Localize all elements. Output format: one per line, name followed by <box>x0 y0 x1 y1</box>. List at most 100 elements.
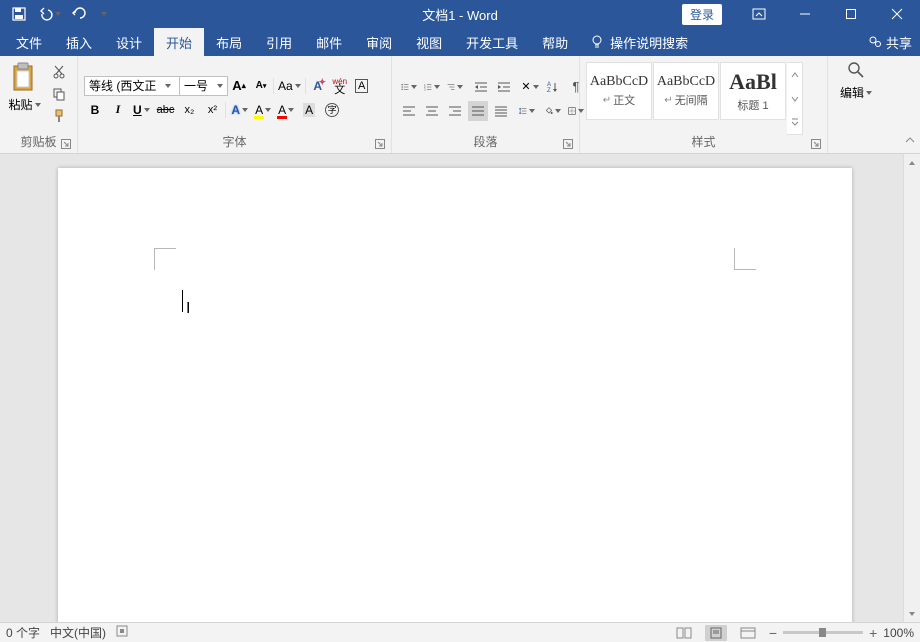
font-size-combo[interactable]: 一号 <box>180 76 228 96</box>
separator <box>225 102 226 118</box>
format-painter-button[interactable] <box>48 106 70 126</box>
phonetic-guide-button[interactable]: wén文 <box>330 76 350 96</box>
highlight-button[interactable]: A <box>253 100 273 120</box>
tab-developer[interactable]: 开发工具 <box>454 28 530 56</box>
macro-status[interactable] <box>116 625 128 640</box>
tab-insert[interactable]: 插入 <box>54 28 104 56</box>
lightbulb-icon <box>590 35 604 49</box>
bullets-button[interactable] <box>399 77 419 97</box>
qat-customize-button[interactable] <box>96 1 110 27</box>
maximize-button[interactable] <box>828 0 874 28</box>
font-color-button[interactable]: A <box>276 100 296 120</box>
view-web-layout[interactable] <box>737 625 759 641</box>
close-button[interactable] <box>874 0 920 28</box>
copy-button[interactable] <box>48 84 70 104</box>
enclose-characters-button[interactable]: 字 <box>322 100 342 120</box>
styles-launcher[interactable] <box>811 139 822 150</box>
word-count[interactable]: 0 个字 <box>6 624 40 641</box>
font-name-combo[interactable]: 等线 (西文正 <box>84 76 180 96</box>
view-print-layout[interactable] <box>705 625 727 641</box>
tab-help[interactable]: 帮助 <box>530 28 580 56</box>
styles-scroll-down[interactable] <box>787 87 802 111</box>
clear-formatting-button[interactable]: A✦ <box>308 76 328 96</box>
shrink-font-button[interactable]: A▾ <box>251 76 271 96</box>
ribbon-display-options-button[interactable] <box>736 0 782 28</box>
sign-in-button[interactable]: 登录 <box>682 4 722 25</box>
zoom-out-button[interactable]: − <box>769 625 777 641</box>
document-area: I <box>0 154 920 622</box>
language-status[interactable]: 中文(中国) <box>50 624 106 641</box>
align-justify-button[interactable] <box>468 101 488 121</box>
grow-font-button[interactable]: A▴ <box>229 76 249 96</box>
subscript-button[interactable]: x₂ <box>179 100 199 120</box>
tab-home[interactable]: 开始 <box>154 28 204 56</box>
shading-button[interactable] <box>543 101 563 121</box>
web-layout-icon <box>740 627 756 639</box>
style-normal[interactable]: AaBbCcD ↵正文 <box>586 62 652 120</box>
decrease-indent-button[interactable] <box>471 77 491 97</box>
tell-me-search[interactable]: 操作说明搜索 <box>580 28 698 56</box>
svg-text:3: 3 <box>424 87 426 91</box>
sort-button[interactable]: AZ <box>543 77 563 97</box>
zoom-thumb[interactable] <box>819 628 826 637</box>
tab-mailings[interactable]: 邮件 <box>304 28 354 56</box>
scroll-down-button[interactable] <box>904 605 920 622</box>
quick-access-toolbar <box>0 1 110 27</box>
scroll-up-button[interactable] <box>904 154 920 171</box>
undo-button[interactable] <box>36 1 62 27</box>
zoom-percent[interactable]: 100% <box>883 626 914 640</box>
share-icon <box>868 35 882 49</box>
view-read-mode[interactable] <box>673 625 695 641</box>
clipboard-launcher[interactable] <box>61 139 72 150</box>
tab-view[interactable]: 视图 <box>404 28 454 56</box>
styles-scroll-up[interactable] <box>787 63 802 87</box>
print-layout-icon <box>709 627 723 639</box>
asian-layout-button[interactable]: ✕ <box>520 77 540 97</box>
cut-button[interactable] <box>48 62 70 82</box>
share-button[interactable]: 共享 <box>868 28 912 56</box>
font-launcher[interactable] <box>375 139 386 150</box>
paste-dropdown-icon[interactable] <box>35 103 41 107</box>
align-justify-icon <box>471 105 485 117</box>
character-shading-button[interactable]: A <box>299 100 319 120</box>
text-effects-button[interactable]: A <box>229 100 250 120</box>
styles-expand[interactable] <box>787 110 802 134</box>
undo-dropdown-icon[interactable] <box>55 12 61 16</box>
styles-gallery[interactable]: AaBbCcD ↵正文 AaBbCcD ↵无间隔 AaBl 标题 1 <box>586 62 803 135</box>
tab-design[interactable]: 设计 <box>104 28 154 56</box>
tab-file[interactable]: 文件 <box>4 28 54 56</box>
align-left-button[interactable] <box>399 101 419 121</box>
tab-review[interactable]: 审阅 <box>354 28 404 56</box>
multilevel-list-button[interactable] <box>445 77 465 97</box>
change-case-button[interactable]: Aa <box>276 76 303 96</box>
paste-button[interactable]: 粘贴 <box>6 60 43 135</box>
collapse-ribbon-button[interactable] <box>904 134 916 149</box>
style-no-spacing[interactable]: AaBbCcD ↵无间隔 <box>653 62 719 120</box>
bold-button[interactable]: B <box>85 100 105 120</box>
align-distributed-icon <box>494 105 508 117</box>
align-center-button[interactable] <box>422 101 442 121</box>
page[interactable]: I <box>58 168 852 622</box>
distributed-button[interactable] <box>491 101 511 121</box>
zoom-in-button[interactable]: + <box>869 625 877 641</box>
editing-button[interactable]: 编辑 <box>834 60 878 135</box>
align-right-button[interactable] <box>445 101 465 121</box>
redo-button[interactable] <box>66 1 92 27</box>
italic-button[interactable]: I <box>108 100 128 120</box>
minimize-button[interactable] <box>782 0 828 28</box>
underline-button[interactable]: U <box>131 100 152 120</box>
tab-references[interactable]: 引用 <box>254 28 304 56</box>
strikethrough-button[interactable]: abc <box>155 100 177 120</box>
superscript-button[interactable]: x² <box>202 100 222 120</box>
paragraph-launcher[interactable] <box>563 139 574 150</box>
scissors-icon <box>52 65 66 79</box>
numbering-button[interactable]: 123 <box>422 77 442 97</box>
vertical-scrollbar[interactable] <box>903 154 920 622</box>
save-button[interactable] <box>6 1 32 27</box>
zoom-slider[interactable] <box>783 631 863 634</box>
line-spacing-button[interactable] <box>517 101 537 121</box>
style-heading1[interactable]: AaBl 标题 1 <box>720 62 786 120</box>
increase-indent-button[interactable] <box>494 77 514 97</box>
tab-layout[interactable]: 布局 <box>204 28 254 56</box>
character-border-button[interactable]: A <box>352 76 372 96</box>
